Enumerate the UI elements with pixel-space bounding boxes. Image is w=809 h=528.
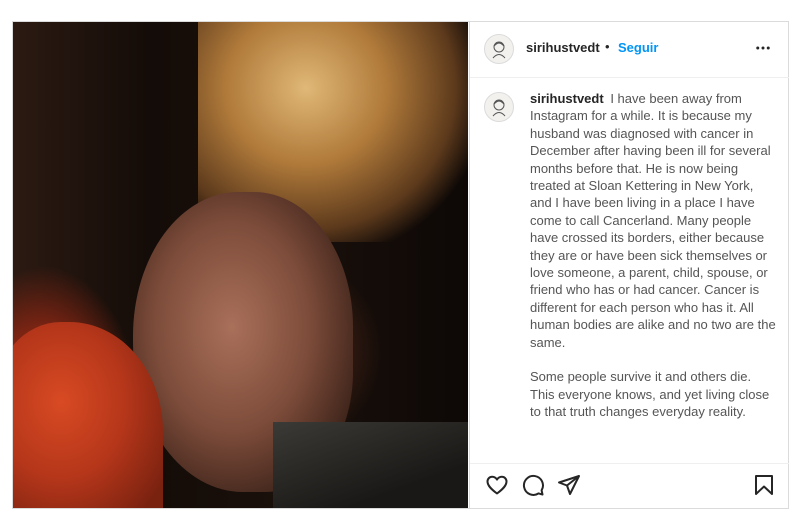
more-options-icon[interactable] xyxy=(751,36,775,60)
instagram-post: sirihustvedt • Seguir sirihustvedt I hav… xyxy=(12,21,789,509)
share-icon[interactable] xyxy=(556,472,582,498)
comment-icon[interactable] xyxy=(520,472,546,498)
heart-icon[interactable] xyxy=(484,472,510,498)
bookmark-icon[interactable] xyxy=(751,472,777,498)
action-bar xyxy=(470,463,789,509)
caption-username[interactable]: sirihustvedt xyxy=(530,91,604,106)
caption-paragraph-1: sirihustvedt I have been away from Insta… xyxy=(530,90,778,351)
separator-dot: • xyxy=(605,39,610,54)
post-header: sirihustvedt • Seguir xyxy=(470,22,789,78)
avatar-sketch-icon xyxy=(492,99,506,117)
avatar-sketch-icon xyxy=(492,41,506,59)
caption-text: sirihustvedt I have been away from Insta… xyxy=(530,90,778,437)
caption-area[interactable]: sirihustvedt I have been away from Insta… xyxy=(470,78,789,463)
follow-button[interactable]: Seguir xyxy=(618,40,658,55)
post-photo[interactable] xyxy=(13,22,468,508)
photo-shirt-region xyxy=(273,422,468,508)
post-side-panel: sirihustvedt • Seguir sirihustvedt I hav… xyxy=(469,22,789,508)
post-username[interactable]: sirihustvedt xyxy=(526,40,600,55)
avatar[interactable] xyxy=(484,34,514,64)
caption-avatar[interactable] xyxy=(484,92,514,122)
caption-paragraph-2: Some people survive it and others die. T… xyxy=(530,369,770,419)
caption-paragraph-1-text: I have been away from Instagram for a wh… xyxy=(530,91,776,350)
